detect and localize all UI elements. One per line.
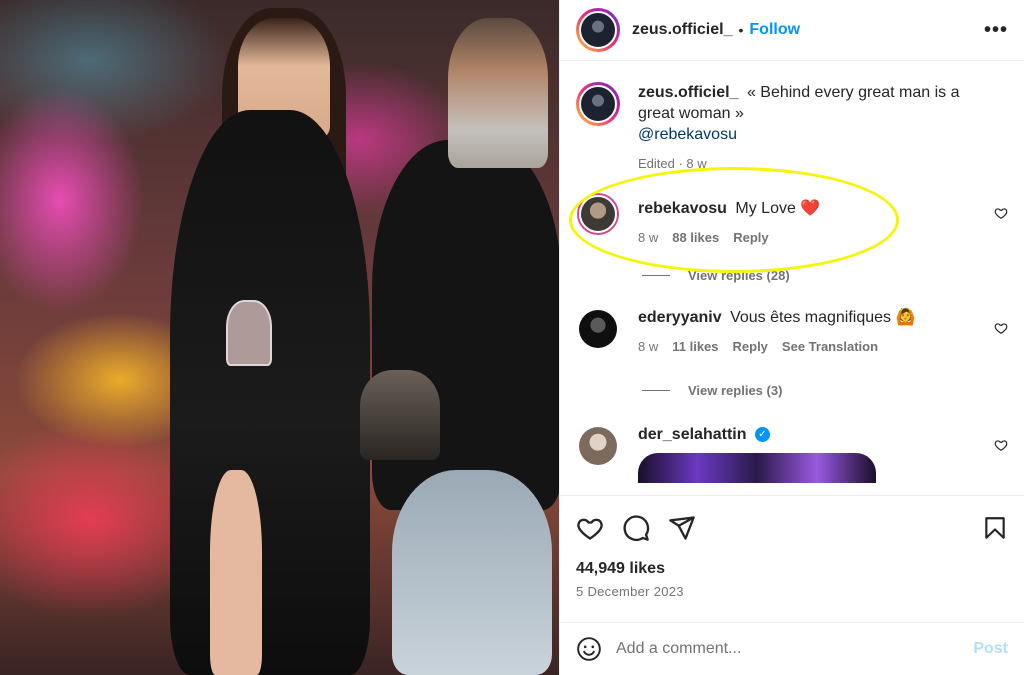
comments-list[interactable]: zeus.officiel_ « Behind every great man …	[560, 62, 1024, 494]
caption-body: zeus.officiel_ « Behind every great man …	[638, 82, 998, 174]
like-comment-heart-icon[interactable]	[994, 438, 1008, 452]
like-comment-heart-icon[interactable]	[994, 206, 1008, 220]
commenter-avatar[interactable]	[579, 310, 617, 348]
replies-divider	[642, 275, 670, 276]
photo-cup	[226, 300, 272, 366]
photo-handbag	[360, 370, 440, 460]
photo-man-head	[448, 18, 548, 168]
comment-likes[interactable]: 88 likes	[672, 227, 719, 248]
post-date: 5 December 2023	[576, 584, 684, 599]
post-panel: zeus.officiel_ • Follow ••• zeus.officie…	[559, 0, 1024, 675]
like-heart-icon[interactable]	[576, 514, 604, 542]
comment-username[interactable]: rebekavosu	[638, 200, 727, 217]
view-replies-label: View replies (28)	[688, 268, 790, 283]
author-avatar[interactable]	[576, 8, 620, 52]
emoji-picker-icon[interactable]	[576, 636, 602, 662]
comment-time: 8 w	[638, 339, 659, 354]
like-comment-heart-icon[interactable]	[994, 321, 1008, 335]
comment-row: ederyyaniv Vous êtes magnifiques 🙆 8 w 1…	[576, 307, 1008, 357]
view-replies-button[interactable]: View replies (3)	[642, 383, 1008, 398]
caption-avatar[interactable]	[576, 82, 620, 126]
comment-bubble-icon[interactable]	[622, 514, 650, 542]
post-photo[interactable]	[0, 0, 559, 675]
likes-count[interactable]: 44,949 likes	[576, 560, 1008, 578]
photo-man-jeans	[392, 470, 552, 675]
post-header: zeus.officiel_ • Follow •••	[560, 0, 1024, 61]
author-username[interactable]: zeus.officiel_	[632, 21, 732, 39]
photo-woman-dress	[170, 110, 370, 675]
more-options-icon[interactable]: •••	[984, 19, 1008, 42]
comment-text: My Love	[735, 200, 801, 217]
comment-username[interactable]: der_selahattin	[638, 426, 746, 443]
reply-button[interactable]: Reply	[733, 227, 768, 248]
view-replies-label: View replies (3)	[688, 383, 783, 398]
comment-input[interactable]	[616, 640, 974, 658]
post-actions: 44,949 likes 5 December 2023	[560, 495, 1024, 599]
comment-body: rebekavosu My Love ❤️ 8 w 88 likes Reply	[638, 198, 998, 248]
comment-row: der_selahattin ✓	[576, 424, 1008, 483]
verified-badge-icon: ✓	[754, 427, 770, 443]
caption-avatar-image	[579, 85, 617, 123]
comment-text: Vous êtes magnifiques	[730, 309, 896, 326]
action-icons	[576, 510, 1008, 546]
author-avatar-image	[579, 11, 617, 49]
view-replies-button[interactable]: View replies (28)	[642, 268, 1008, 283]
emoji-icon: 🙆	[895, 309, 916, 326]
share-send-icon[interactable]	[668, 514, 696, 542]
caption-mention[interactable]: @rebekavosu	[638, 126, 737, 143]
caption-row: zeus.officiel_ « Behind every great man …	[576, 82, 1008, 174]
reply-button[interactable]: Reply	[733, 336, 768, 357]
heart-emoji: ❤️	[800, 200, 821, 217]
add-comment-bar: Post	[560, 622, 1024, 675]
photo-woman-leg	[210, 470, 262, 675]
caption-username[interactable]: zeus.officiel_	[638, 84, 738, 101]
separator-dot: •	[738, 22, 744, 38]
comment-username[interactable]: ederyyaniv	[638, 309, 722, 326]
comment-body: der_selahattin ✓	[638, 424, 998, 483]
follow-button[interactable]: Follow	[749, 21, 800, 39]
commenter-avatar[interactable]	[579, 195, 617, 233]
comment-body: ederyyaniv Vous êtes magnifiques 🙆 8 w 1…	[638, 307, 998, 357]
replies-divider	[642, 390, 670, 391]
comment-meta: 8 w 88 likes Reply	[638, 227, 998, 248]
comment-row: rebekavosu My Love ❤️ 8 w 88 likes Reply	[576, 192, 1008, 248]
caption-edited: Edited · 8 w	[638, 156, 707, 171]
comment-meta: 8 w 11 likes Reply See Translation	[638, 336, 998, 357]
comment-time: 8 w	[638, 230, 659, 245]
comment-likes[interactable]: 11 likes	[672, 336, 718, 357]
see-translation-button[interactable]: See Translation	[782, 336, 878, 357]
commenter-avatar[interactable]	[579, 427, 617, 465]
bookmark-icon[interactable]	[982, 514, 1008, 542]
comment-media[interactable]	[638, 453, 876, 483]
post-comment-button[interactable]: Post	[973, 640, 1008, 658]
caption-meta: Edited · 8 w	[638, 153, 998, 174]
